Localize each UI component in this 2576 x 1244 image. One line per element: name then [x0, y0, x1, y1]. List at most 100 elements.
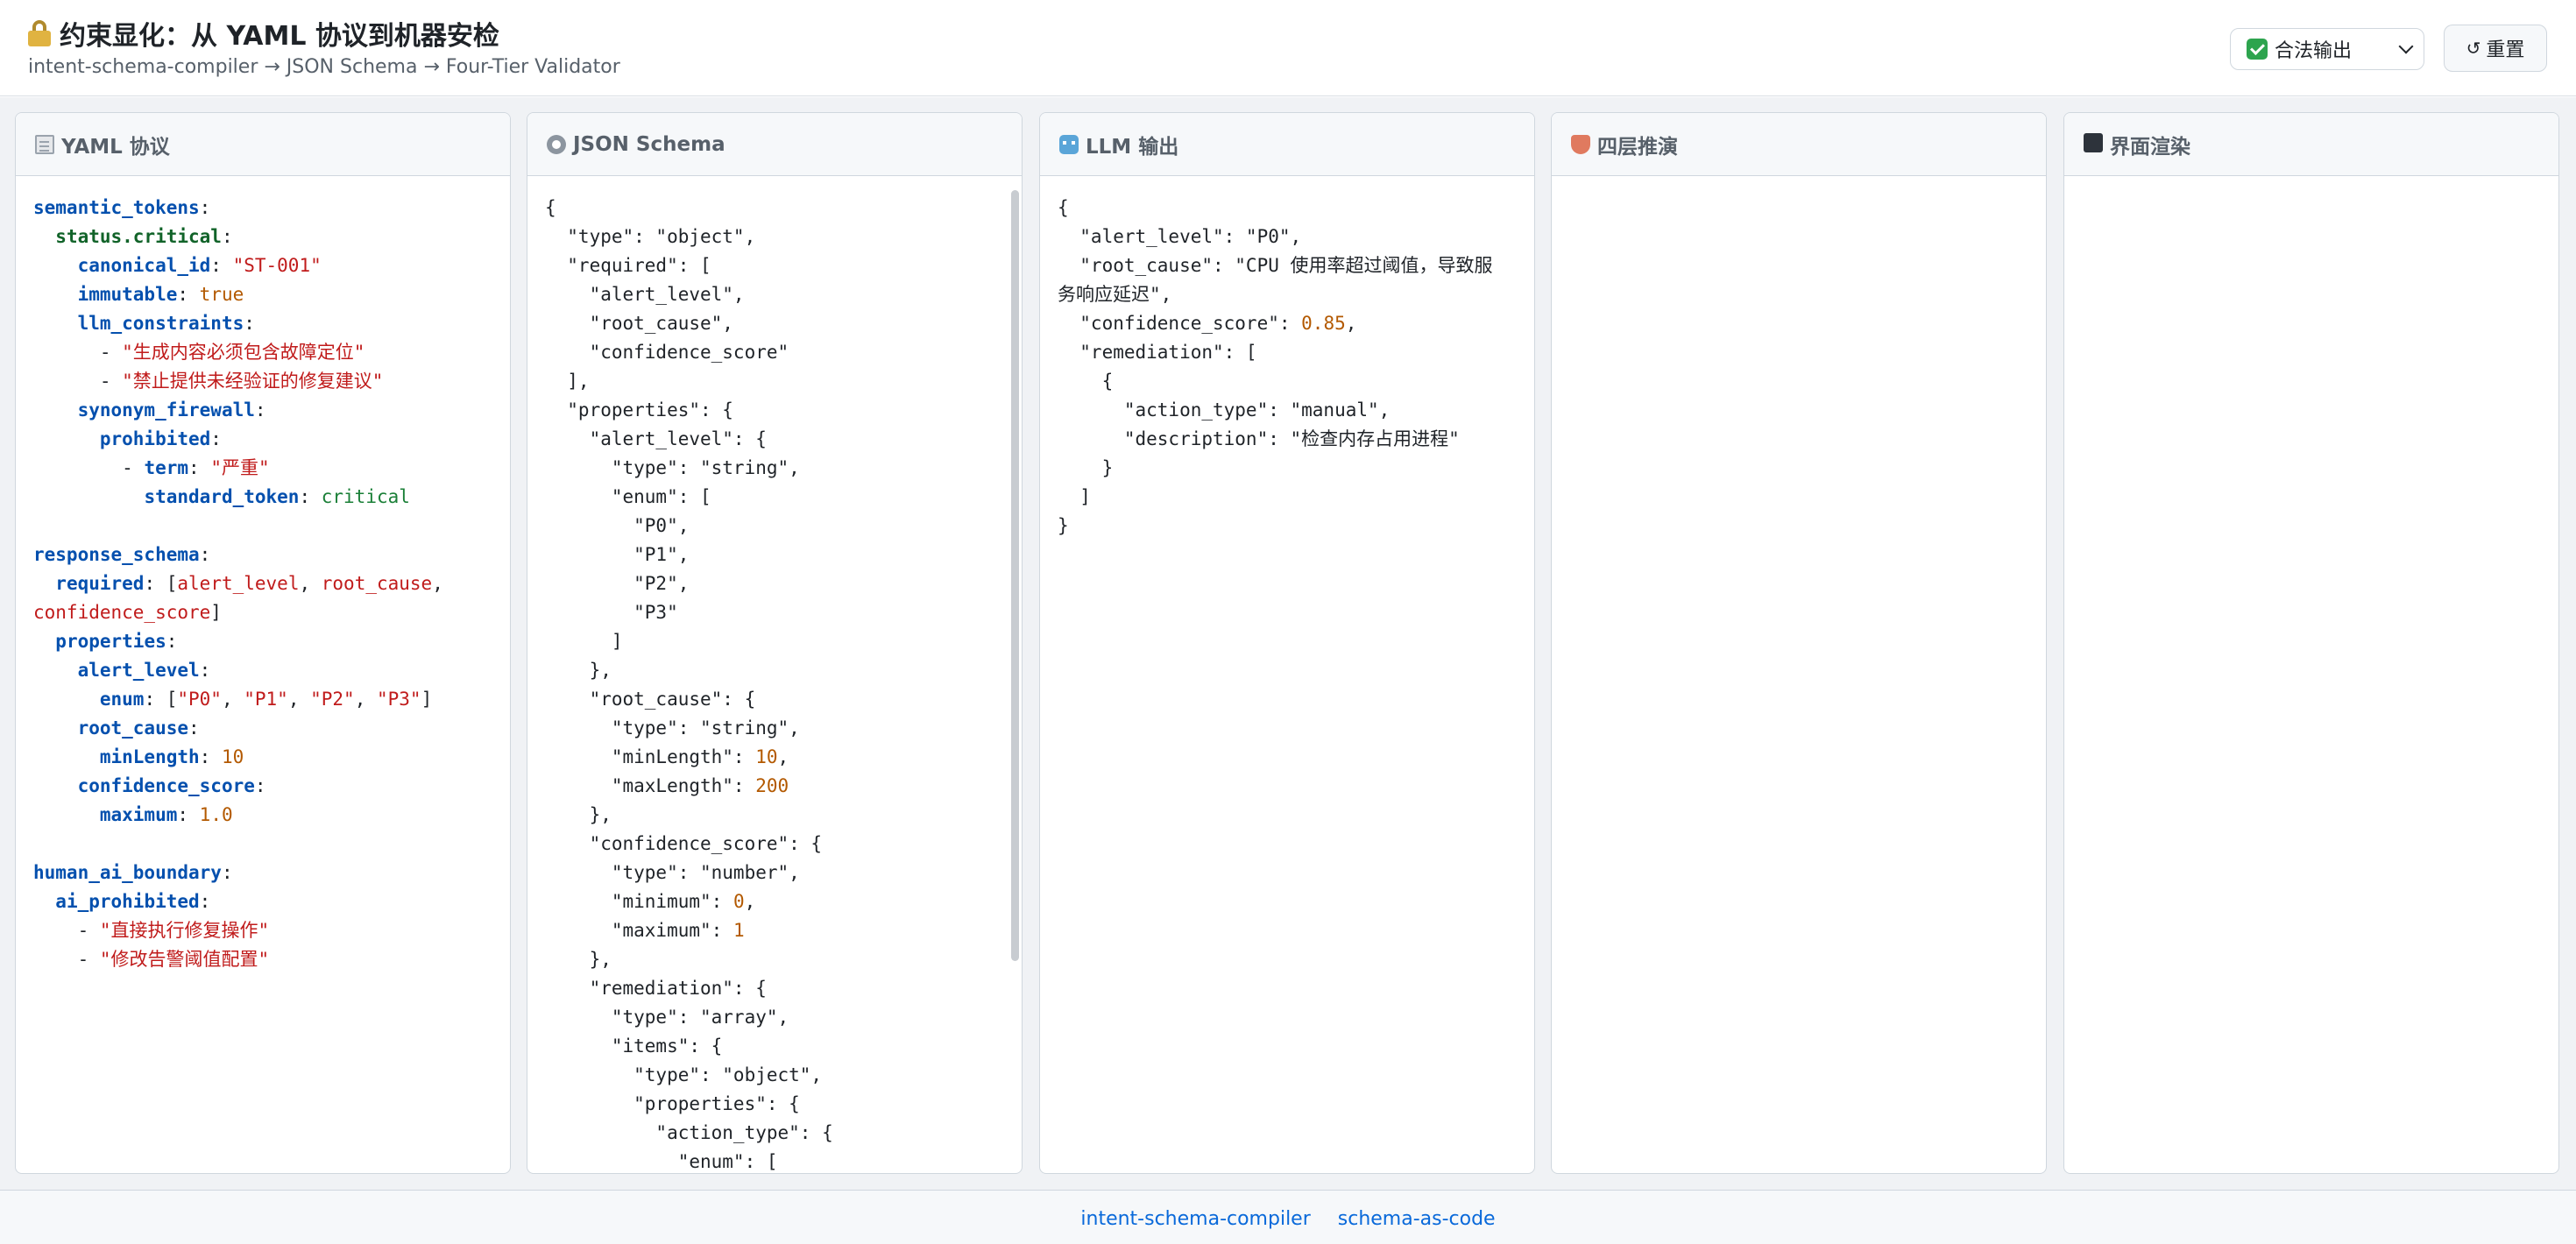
reset-button[interactable]: ↺ 重置: [2444, 25, 2547, 72]
yaml-value: "P1": [244, 689, 288, 710]
yaml-value: "严重": [210, 457, 270, 478]
panel-header: 四层推演: [1552, 113, 2046, 176]
code-line: }: [1058, 515, 1069, 536]
yaml-value: critical: [321, 486, 410, 507]
panel-header: LLM 输出: [1040, 113, 1534, 176]
panel-title: JSON Schema: [573, 132, 725, 156]
code-line: "action_type": "manual",: [1058, 399, 1391, 421]
yaml-key: term: [144, 457, 189, 478]
yaml-code: semantic_tokens: status.critical: canoni…: [33, 197, 443, 970]
yaml-value: true: [199, 284, 244, 305]
panel-title: 界面渲染: [2110, 135, 2190, 159]
page-subtitle: intent-schema-compiler → JSON Schema → F…: [28, 56, 620, 78]
footer-link-compiler[interactable]: intent-schema-compiler: [1080, 1208, 1310, 1230]
code-line: "maxLength": 200: [545, 775, 789, 796]
code-line: {: [545, 197, 556, 218]
output-mode-select[interactable]: 合法输出: [2230, 28, 2424, 70]
yaml-key: semantic_tokens: [33, 197, 200, 218]
panel-header: JSON Schema: [527, 113, 1022, 176]
code-line: },: [545, 949, 612, 970]
robot-icon: [1059, 134, 1079, 154]
yaml-key: minLength: [99, 746, 200, 767]
code-line: "type": "string",: [545, 717, 800, 739]
code-line: "alert_level",: [545, 284, 745, 305]
code-line: "root_cause": "CPU 使用率超过阈值，导致服: [1058, 255, 1493, 276]
yaml-key: response_schema: [33, 544, 200, 565]
code-line: "properties": {: [545, 1093, 800, 1114]
panel-title: LLM 输出: [1086, 135, 1179, 159]
yaml-key: alert_level: [77, 660, 200, 681]
yaml-key: status.critical: [55, 226, 222, 247]
code-line: {: [1058, 197, 1069, 218]
code-line: },: [545, 660, 612, 681]
code-line: "confidence_score": 0.85,: [1058, 313, 1357, 334]
chevron-down-icon: [2398, 39, 2414, 54]
footer-link-schema-as-code[interactable]: schema-as-code: [1338, 1208, 1496, 1230]
panel-header: YAML 协议: [16, 113, 510, 176]
panel-four-tier: 四层推演: [1551, 112, 2047, 1174]
lock-icon: [28, 20, 51, 46]
code-line: "required": [: [545, 255, 711, 276]
code-line: "minimum": 0,: [545, 891, 756, 912]
panel-llm-output: LLM 输出 { "alert_level": "P0", "root_caus…: [1039, 112, 1535, 1174]
yaml-key: immutable: [77, 284, 178, 305]
yaml-value: confidence_score: [33, 602, 211, 623]
yaml-value: root_cause: [321, 573, 433, 594]
yaml-value: "直接执行修复操作": [99, 920, 270, 941]
code-line: "enum": [: [545, 486, 711, 507]
code-line: "P0",: [545, 515, 690, 536]
code-line: "description": "检查内存占用进程": [1058, 428, 1460, 449]
footer: intent-schema-compiler schema-as-code: [0, 1190, 2576, 1244]
yaml-key: root_cause: [77, 717, 189, 739]
output-mode-selected: 合法输出: [2275, 40, 2353, 62]
yaml-key: properties: [55, 631, 166, 652]
code-line: "properties": {: [545, 399, 733, 421]
yaml-key: ai_prohibited: [55, 891, 200, 912]
footer-links: intent-schema-compiler schema-as-code: [0, 1208, 2576, 1230]
code-line: "root_cause",: [545, 313, 733, 334]
yaml-value: "禁止提供未经验证的修复建议": [122, 371, 384, 392]
code-line: ]: [545, 631, 623, 652]
code-line: ],: [545, 371, 590, 392]
yaml-value: alert_level: [177, 573, 300, 594]
yaml-key: confidence_score: [77, 775, 255, 796]
yaml-key: enum: [99, 689, 145, 710]
monitor-icon: [2084, 132, 2103, 152]
code-line: "alert_level": "P0",: [1058, 226, 1302, 247]
code-line: "alert_level": {: [545, 428, 767, 449]
yaml-key: required: [55, 573, 145, 594]
code-line: "confidence_score": {: [545, 833, 823, 854]
code-line: "P2",: [545, 573, 690, 594]
reset-icon: ↺: [2466, 38, 2481, 59]
page-title: 约束显化：从 YAML 协议到机器安检: [60, 21, 499, 52]
yaml-value: "修改告警阈值配置": [99, 949, 270, 970]
panel-title: YAML 协议: [61, 135, 170, 159]
panel-ui-render: 界面渲染: [2063, 112, 2559, 1174]
code-line: "remediation": [: [1058, 342, 1257, 363]
code-line: "P1",: [545, 544, 690, 565]
yaml-key: llm_constraints: [77, 313, 244, 334]
reset-label: 重置: [2486, 39, 2525, 61]
code-line: "type": "object",: [545, 226, 756, 247]
code-line: "type": "array",: [545, 1007, 789, 1028]
code-line: "type": "string",: [545, 457, 800, 478]
yaml-value: "ST-001": [232, 255, 322, 276]
llm-output-code: { "alert_level": "P0", "root_cause": "CP…: [1058, 194, 1517, 1173]
json-schema-code: { "type": "object", "required": [ "alert…: [545, 194, 1004, 1173]
panels-area: YAML 协议 semantic_tokens: status.critical…: [0, 97, 2576, 1190]
yaml-value: "P2": [310, 689, 355, 710]
code-line: "root_cause": {: [545, 689, 756, 710]
document-icon: [35, 134, 54, 154]
yaml-value: 10: [221, 746, 244, 767]
yaml-key: maximum: [99, 804, 178, 825]
app-header: 约束显化：从 YAML 协议到机器安检 intent-schema-compil…: [0, 0, 2576, 96]
panel-header: 界面渲染: [2064, 113, 2558, 176]
scrollbar-thumb[interactable]: [1011, 190, 1019, 961]
gear-icon: [547, 134, 566, 154]
code-line: }: [1058, 457, 1114, 478]
code-line: ]: [1058, 486, 1091, 507]
shield-icon: [1571, 134, 1590, 154]
yaml-key: standard_token: [144, 486, 300, 507]
code-line: 务响应延迟",: [1058, 284, 1172, 305]
code-line: "action_type": {: [545, 1122, 833, 1143]
